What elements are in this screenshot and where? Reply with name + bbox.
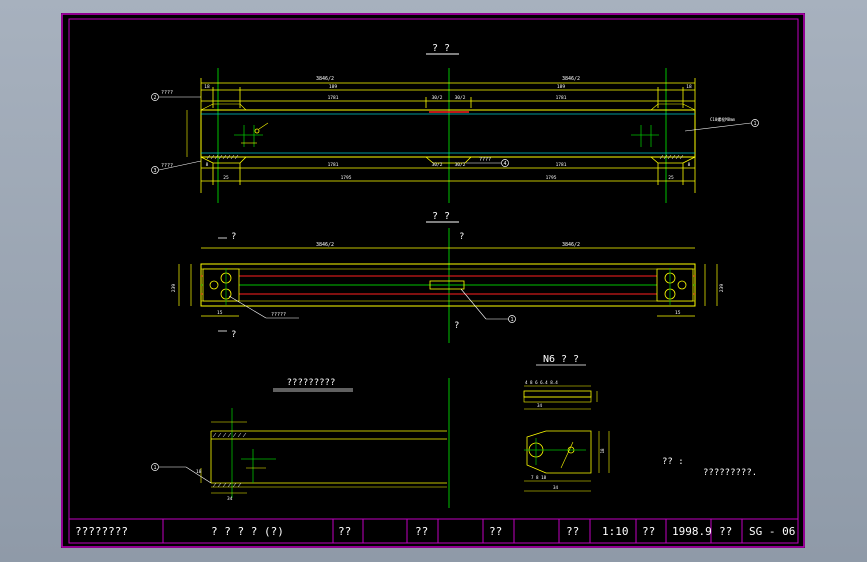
title-block-c6: ?? xyxy=(719,525,733,538)
dim-top-side-r: 15 xyxy=(675,310,681,316)
note-n2: ???? xyxy=(161,163,173,169)
dim-seg-h: 18 xyxy=(686,84,692,90)
title-block-sheet-no: SG - 06 xyxy=(749,525,796,538)
remark-label: ?? : xyxy=(662,457,684,467)
title-block-name: ???????? xyxy=(75,525,128,538)
leader-right: C10螺栓M8mm xyxy=(710,116,735,122)
callout-1-front: 1 xyxy=(753,121,756,127)
section-mark-bottom-center: ? xyxy=(454,321,459,331)
dim-seg-g: 189 xyxy=(557,84,565,90)
dim-bot-c: 1795 xyxy=(546,175,557,181)
note-n1: ???? xyxy=(161,90,173,96)
dim-seg-b: 189 xyxy=(329,84,337,90)
callout-2: 2 xyxy=(153,95,156,101)
callout-1-section: 1 xyxy=(153,465,156,471)
dim-det-w2: 34 xyxy=(553,485,559,490)
dim-top-total-r: 3846/2 xyxy=(562,242,580,248)
section-mark-top-center: ? xyxy=(459,232,464,242)
dim-total-left: 3846/2 xyxy=(316,76,334,82)
callout-1-top: 1 xyxy=(510,317,513,323)
dim-top-total-l: 3846/2 xyxy=(316,242,334,248)
dim-bot-b: 1795 xyxy=(341,175,352,181)
section-mark-top-left: ? xyxy=(231,232,236,242)
title-block-c2: ?? xyxy=(415,525,429,538)
note-n3: ???? xyxy=(479,157,491,163)
title-block-scale: 1:10 xyxy=(602,525,629,538)
dim-top-side-l: 15 xyxy=(217,310,223,316)
title-block-date: 1998.9 xyxy=(672,525,712,538)
remark-text: ?????????. xyxy=(703,468,757,478)
title-block-c1: ?? xyxy=(338,525,352,538)
title-block-title: ? ? ? ? (?) xyxy=(211,525,284,538)
dim-seg-e: 30/2 xyxy=(455,95,466,101)
note-n4: ????? xyxy=(271,312,286,318)
dim-seg-c: 1781 xyxy=(328,95,339,101)
title-block-c5: ?? xyxy=(642,525,656,538)
cad-viewport: ? ? 3846/2 3846/2 18 189 189 18 1781 30/… xyxy=(0,0,867,562)
dim-total-right: 3846/2 xyxy=(562,76,580,82)
section-view-title: ????????? xyxy=(287,378,336,388)
title-block-c3: ?? xyxy=(489,525,503,538)
dim-bot-seg-r: 8 xyxy=(688,162,691,168)
dim-bot-mid-l: 30/2 xyxy=(432,162,443,168)
section-mark-bottom-left: ? xyxy=(231,330,236,340)
dim-bot-mid-r: 30/2 xyxy=(455,162,466,168)
dim-det-h: 18 xyxy=(600,448,605,454)
dim-det-bot: 7 8 18 xyxy=(531,475,547,480)
dim-seg-a: 18 xyxy=(204,84,210,90)
dim-det-top: 4 8 6 6.4 8.4 xyxy=(525,380,558,385)
top-view: ? ? ? ? ? ? 3846/2 3846/2 239 239 15 15 … xyxy=(171,211,725,343)
detail-view-title: N6 ? ? xyxy=(543,354,579,365)
dim-seg-f: 1781 xyxy=(556,95,567,101)
front-view-title: ? ? xyxy=(432,43,450,54)
dim-bot-a: 25 xyxy=(223,175,229,181)
dim-seg-d: 30/2 xyxy=(432,95,443,101)
dim-sec-w: 34 xyxy=(227,496,233,502)
dim-bot-d: 25 xyxy=(668,175,674,181)
drawing-sheet: ? ? 3846/2 3846/2 18 189 189 18 1781 30/… xyxy=(61,13,805,548)
dim-det-w: 34 xyxy=(537,403,543,408)
detail-view: N6 ? ? 4 8 6 6.4 8.4 34 18 7 8 18 34 xyxy=(523,354,610,492)
callout-4: 4 xyxy=(503,161,506,167)
dim-height-r: 239 xyxy=(719,284,725,292)
dim-bot-1781-l: 1781 xyxy=(328,162,339,168)
dim-height-l: 239 xyxy=(171,284,177,292)
callout-3: 3 xyxy=(153,168,156,174)
drawing-canvas: ? ? 3846/2 3846/2 18 189 189 18 1781 30/… xyxy=(61,13,805,548)
dim-bot-seg-l: 8 xyxy=(206,162,209,168)
top-view-title: ? ? xyxy=(432,211,450,222)
front-view: ? ? 3846/2 3846/2 18 189 189 18 1781 30/… xyxy=(151,43,759,203)
dim-bot-1781-r: 1781 xyxy=(556,162,567,168)
section-view: ????????? 34 18 1 xyxy=(151,378,450,508)
title-block-c4: ?? xyxy=(566,525,580,538)
